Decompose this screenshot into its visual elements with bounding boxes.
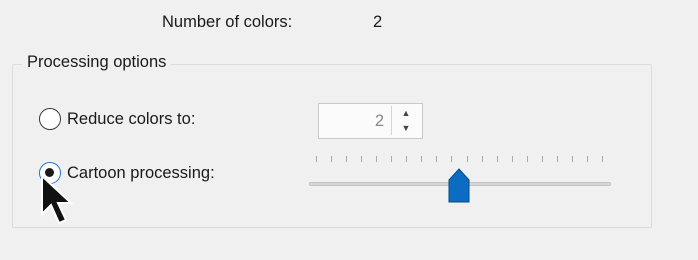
slider-tick [346, 156, 347, 162]
mouse-cursor-icon [41, 174, 74, 225]
slider-tick [467, 156, 468, 162]
slider-tick [527, 156, 528, 162]
slider-tick [331, 156, 332, 162]
slider-tick [512, 156, 513, 162]
slider-tick [482, 156, 483, 162]
processing-options-title: Processing options [22, 53, 172, 72]
reduce-colors-radio[interactable] [39, 108, 61, 130]
processing-options-group [12, 64, 652, 228]
slider-tick [602, 156, 603, 162]
slider-tick [436, 156, 437, 162]
number-of-colors-value: 2 [373, 13, 383, 31]
spinner-down-button[interactable]: ▼ [393, 121, 419, 136]
spinner-up-button[interactable]: ▲ [393, 106, 419, 121]
slider-tick [361, 156, 362, 162]
reduce-colors-option[interactable]: Reduce colors to: [36, 107, 276, 133]
slider-tick [557, 156, 558, 162]
slider-tick [572, 156, 573, 162]
slider-tick [391, 156, 392, 162]
slider-tick [421, 156, 422, 162]
slider-tick [587, 156, 588, 162]
reduce-colors-label: Reduce colors to: [67, 110, 196, 128]
slider-tick [406, 156, 407, 162]
slider-tick [316, 156, 317, 162]
spinner-divider [391, 106, 392, 135]
reduce-colors-spinner-value: 2 [374, 112, 384, 130]
slider-tick [497, 156, 498, 162]
slider-tick [542, 156, 543, 162]
slider-tick [451, 156, 452, 162]
cartoon-slider-thumb[interactable] [447, 168, 471, 204]
number-of-colors-label: Number of colors: [162, 13, 293, 31]
cartoon-processing-label: Cartoon processing: [67, 164, 215, 182]
slider-tick [376, 156, 377, 162]
